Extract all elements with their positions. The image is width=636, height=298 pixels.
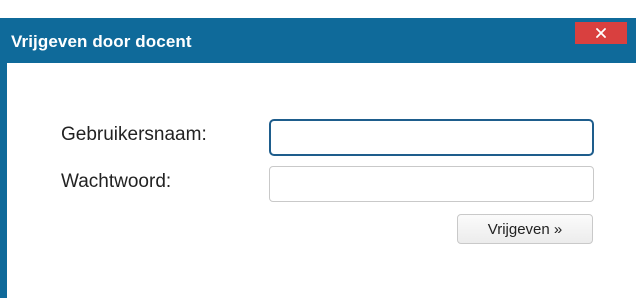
dialog-left-border [0,63,7,298]
username-input[interactable] [269,119,594,156]
release-dialog: Vrijgeven door docent Gebruikersnaam: Wa… [0,18,636,298]
username-label: Gebruikersnaam: [61,124,207,145]
password-label: Wachtwoord: [61,171,172,192]
close-icon [596,28,606,38]
password-input[interactable] [269,166,594,202]
release-button[interactable]: Vrijgeven » [457,214,593,244]
dialog-titlebar: Vrijgeven door docent [0,18,636,63]
dialog-title: Vrijgeven door docent [11,32,192,51]
close-button[interactable] [575,22,627,44]
dialog-content: Gebruikersnaam: Wachtwoord: Vrijgeven » [7,63,636,298]
window-background [0,0,636,18]
